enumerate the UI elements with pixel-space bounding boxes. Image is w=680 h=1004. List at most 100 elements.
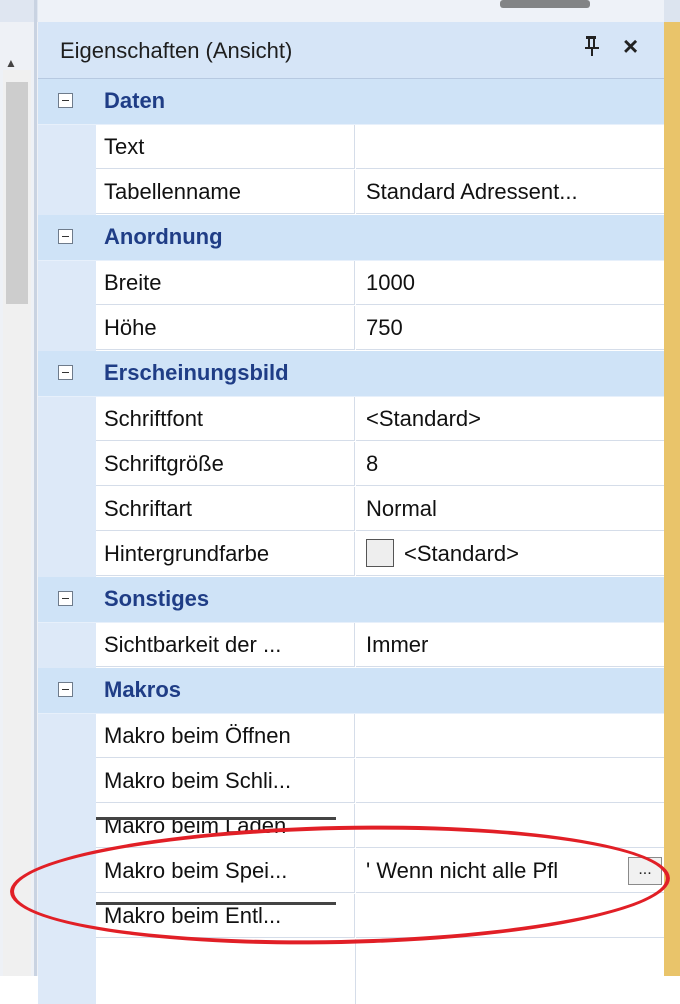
property-value[interactable]: ' Wenn nicht alle Pfl... <box>356 849 664 893</box>
property-grid: Daten Text Tabellenname Standard Adressent.… <box>38 79 664 1004</box>
property-value-text: Normal <box>366 496 437 521</box>
annotation-overlap-line <box>96 902 336 905</box>
property-value[interactable]: Standard Adressent... <box>356 170 664 214</box>
category-label: Sonstiges <box>104 586 210 611</box>
property-row[interactable]: Makro beim Entl... <box>38 894 664 939</box>
row-margin <box>38 939 96 1004</box>
properties-title-bar: Eigenschaften (Ansicht) × <box>38 22 664 79</box>
property-row[interactable]: Makro beim Öffnen <box>38 714 664 759</box>
row-margin <box>38 170 96 215</box>
property-name: Text <box>96 125 355 169</box>
pin-icon[interactable] <box>583 34 601 58</box>
property-name: Sichtbarkeit der ... <box>96 623 355 667</box>
category-label: Erscheinungsbild <box>104 360 289 385</box>
property-row[interactable]: Sichtbarkeit der ... Immer <box>38 623 664 668</box>
row-margin <box>38 487 96 532</box>
row-margin <box>38 894 96 939</box>
property-value[interactable]: <Standard> <box>356 532 664 576</box>
property-name: Makro beim Entl... <box>96 894 355 938</box>
property-name: Tabellenname <box>96 170 355 214</box>
left-panel-topbar <box>0 0 38 22</box>
row-margin <box>38 306 96 351</box>
property-name: Makro beim Spei... <box>96 849 355 893</box>
property-value[interactable]: <Standard> <box>356 397 664 441</box>
right-edge-bar <box>664 0 680 976</box>
property-value[interactable] <box>356 125 664 169</box>
property-name: Makro beim Schli... <box>96 759 355 803</box>
category-row-makros[interactable]: Makros <box>38 668 664 714</box>
property-row[interactable]: Makro beim Laden <box>38 804 664 849</box>
properties-panel: Eigenschaften (Ansicht) × Daten Text Tabel… <box>38 0 664 1004</box>
row-margin <box>38 397 96 442</box>
property-row[interactable]: Tabellenname Standard Adressent... <box>38 170 664 215</box>
property-row[interactable]: Schriftfont <Standard> <box>38 397 664 442</box>
row-margin <box>38 442 96 487</box>
property-name: Schriftgröße <box>96 442 355 486</box>
property-row[interactable]: Makro beim Spei... ' Wenn nicht alle Pfl.… <box>38 849 664 894</box>
category-row-daten[interactable]: Daten <box>38 79 664 125</box>
property-row[interactable]: Schriftart Normal <box>38 487 664 532</box>
category-row-sonstiges[interactable]: Sonstiges <box>38 577 664 623</box>
property-value[interactable]: 750 <box>356 306 664 350</box>
property-value-text: 750 <box>366 315 403 340</box>
property-name: Makro beim Laden <box>96 804 355 848</box>
collapse-toggle-icon[interactable] <box>58 229 73 244</box>
property-value[interactable] <box>356 804 664 848</box>
property-row[interactable]: Makro beim Schli... <box>38 759 664 804</box>
top-scribble-mark <box>500 0 590 8</box>
grid-empty-area <box>38 939 664 1004</box>
property-value-text: 1000 <box>366 270 415 295</box>
property-row[interactable]: Text <box>38 125 664 170</box>
row-margin <box>38 804 96 849</box>
row-margin <box>38 714 96 759</box>
column-divider <box>355 939 356 1004</box>
category-label: Makros <box>104 677 182 702</box>
annotation-overlap-line <box>96 817 336 820</box>
ellipsis-button[interactable]: ... <box>628 857 662 885</box>
property-row[interactable]: Höhe 750 <box>38 306 664 351</box>
category-row-anordnung[interactable]: Anordnung <box>38 215 664 261</box>
row-margin <box>38 759 96 804</box>
collapse-toggle-icon[interactable] <box>58 365 73 380</box>
scroll-up-icon[interactable]: ▲ <box>5 56 17 70</box>
property-value[interactable]: Normal <box>356 487 664 531</box>
category-row-erscheinungsbild[interactable]: Erscheinungsbild <box>38 351 664 397</box>
property-value[interactable] <box>356 759 664 803</box>
property-value-text: <Standard> <box>404 541 519 566</box>
property-row[interactable]: Hintergrundfarbe <Standard> <box>38 532 664 577</box>
left-panel: ▲ <box>0 0 38 976</box>
row-margin <box>38 125 96 170</box>
row-margin <box>38 623 96 668</box>
color-swatch <box>366 539 394 568</box>
property-value[interactable] <box>356 894 664 938</box>
property-name: Makro beim Öffnen <box>96 714 355 758</box>
right-edge-top <box>664 0 680 22</box>
collapse-toggle-icon[interactable] <box>58 591 73 606</box>
property-value-text: ' Wenn nicht alle Pfl <box>366 858 559 883</box>
property-row[interactable]: Schriftgröße 8 <box>38 442 664 487</box>
property-name: Breite <box>96 261 355 305</box>
property-value[interactable]: 8 <box>356 442 664 486</box>
row-margin <box>38 261 96 306</box>
property-value-text: 8 <box>366 451 379 476</box>
property-value-text: Standard Adressent... <box>366 179 578 204</box>
row-margin <box>38 532 96 577</box>
property-value-text: <Standard> <box>366 406 481 431</box>
property-value[interactable] <box>356 714 664 758</box>
category-label: Daten <box>104 88 166 113</box>
property-name: Höhe <box>96 306 355 350</box>
property-name: Schriftart <box>96 487 355 531</box>
left-panel-border <box>34 0 37 976</box>
property-value-text: Immer <box>366 632 429 657</box>
property-value[interactable]: Immer <box>356 623 664 667</box>
row-margin <box>38 849 96 894</box>
left-scrollbar-thumb[interactable] <box>6 82 28 304</box>
property-value[interactable]: 1000 <box>356 261 664 305</box>
category-label: Anordnung <box>104 224 223 249</box>
property-name: Hintergrundfarbe <box>96 532 355 576</box>
collapse-toggle-icon[interactable] <box>58 93 73 108</box>
property-row[interactable]: Breite 1000 <box>38 261 664 306</box>
collapse-toggle-icon[interactable] <box>58 682 73 697</box>
close-icon[interactable]: × <box>623 33 638 59</box>
property-name: Schriftfont <box>96 397 355 441</box>
